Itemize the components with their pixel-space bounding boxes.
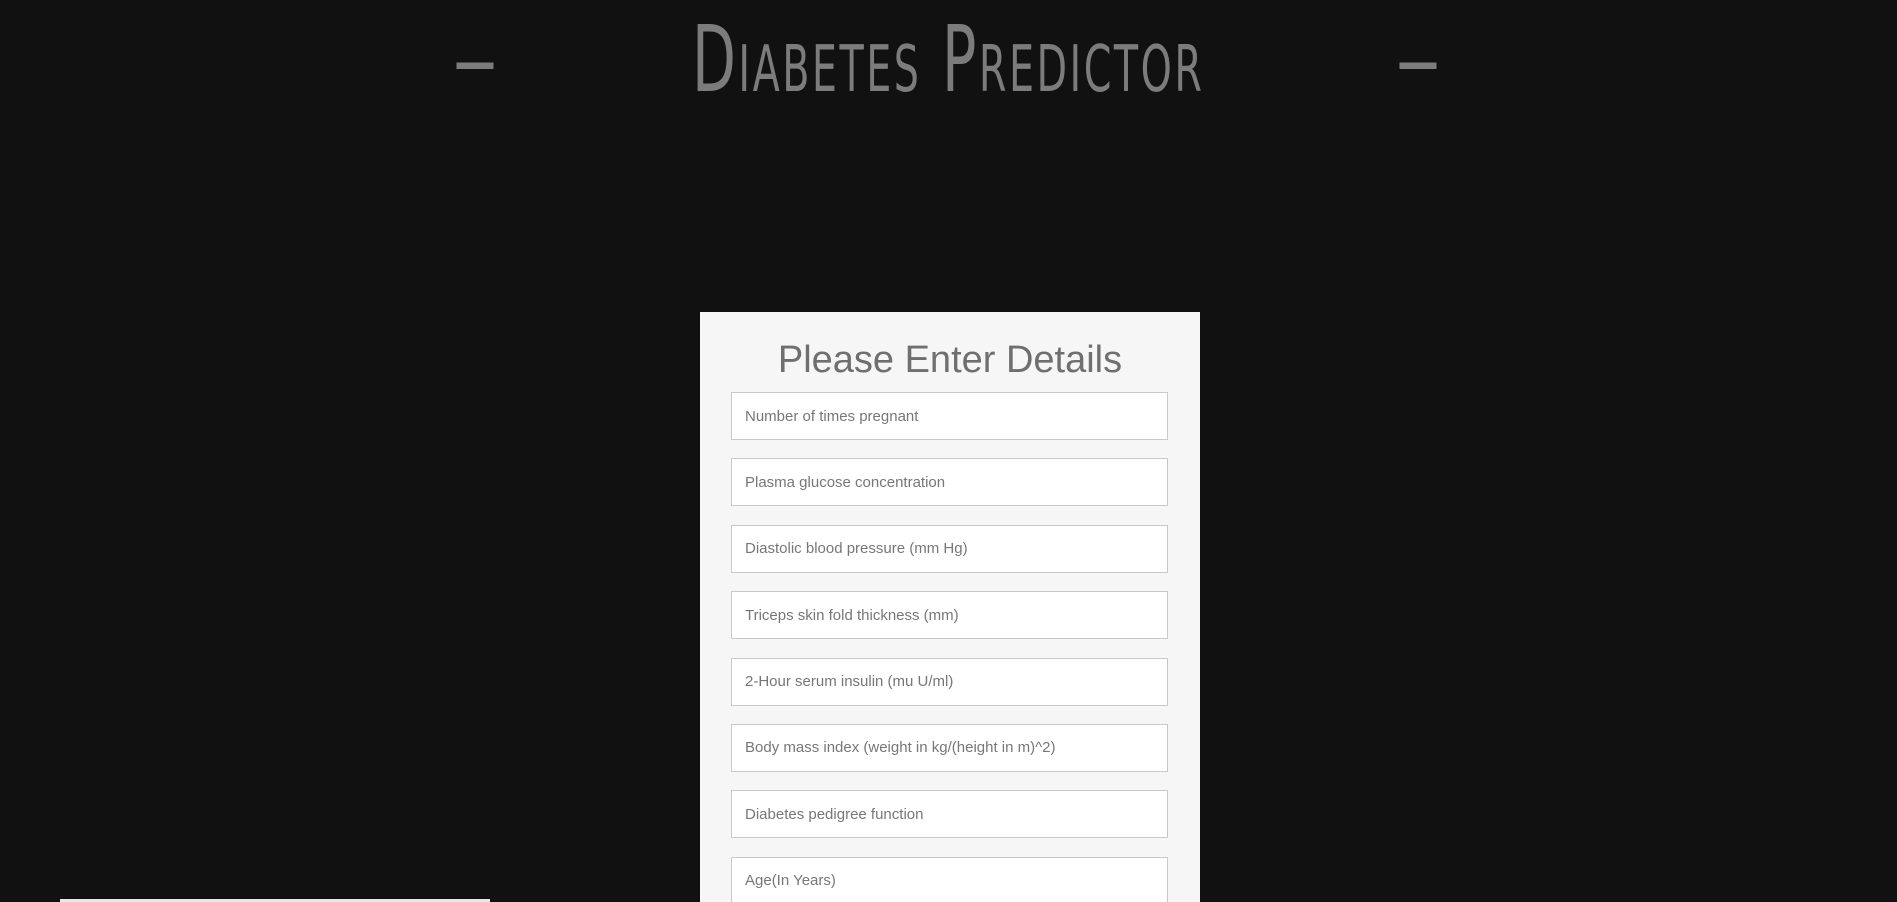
insulin-field[interactable] (731, 657, 1168, 706)
page-title: – Diabetes Predictor – (0, 0, 1897, 120)
page-title-text: Diabetes Predictor (692, 6, 1205, 113)
form-field-list (731, 392, 1168, 902)
details-form-card: Please Enter Details (700, 312, 1200, 902)
glucose-field[interactable] (731, 458, 1168, 507)
blood-pressure-field[interactable] (731, 524, 1168, 573)
pedigree-field[interactable] (731, 790, 1168, 839)
title-right-dash: – (1394, 6, 1445, 113)
pregnancies-field[interactable] (731, 392, 1168, 440)
age-field[interactable] (731, 856, 1168, 902)
bmi-field[interactable] (731, 723, 1168, 772)
form-heading: Please Enter Details (777, 339, 1123, 381)
title-left-dash: – (452, 6, 503, 113)
skin-thickness-field[interactable] (731, 591, 1168, 640)
